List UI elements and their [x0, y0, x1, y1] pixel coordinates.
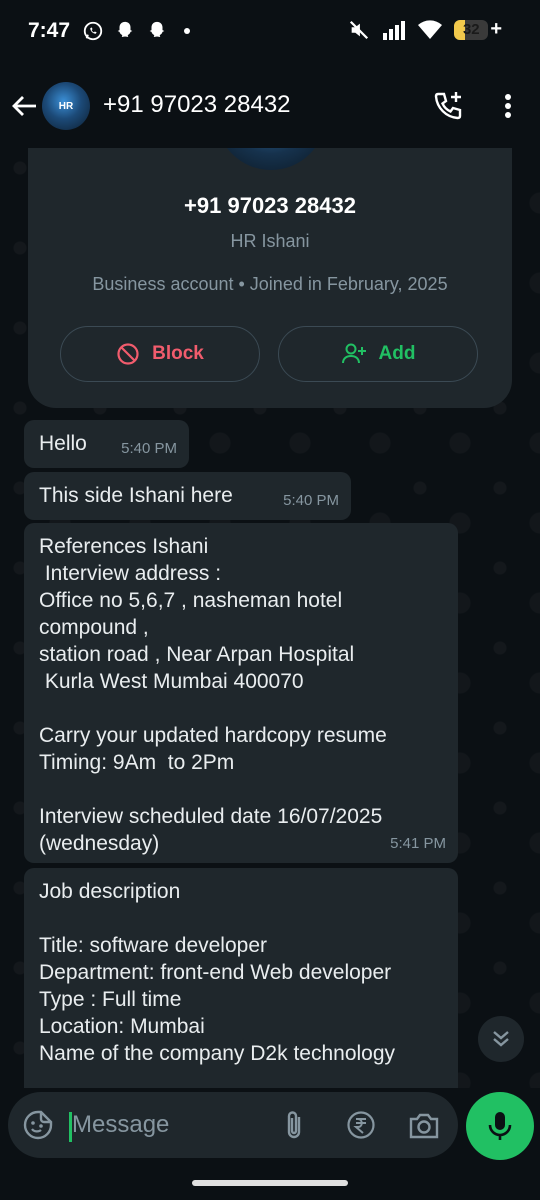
rupee-payment-icon[interactable]: [346, 1110, 376, 1140]
signal-icon: [383, 20, 406, 40]
add-call-icon[interactable]: [432, 90, 464, 122]
message-time: 5:41 PM: [390, 835, 446, 852]
voice-message-button[interactable]: [466, 1092, 534, 1160]
message-input[interactable]: [72, 1108, 272, 1142]
battery-charging-icon: 32: [454, 19, 489, 40]
scroll-to-bottom-button[interactable]: [478, 1016, 524, 1062]
add-contact-button[interactable]: Add: [278, 326, 478, 382]
whatsapp-icon: [83, 21, 103, 41]
message-time: 5:40 PM: [121, 440, 177, 457]
card-phone-number: +91 97023 28432: [184, 193, 356, 218]
chat-header: HR +91 97023 28432: [0, 62, 540, 148]
message-composer: [8, 1092, 458, 1158]
snapchat-icon: [117, 21, 133, 37]
message-text: Job description Title: software develope…: [39, 880, 396, 1065]
chat-area[interactable]: +91 97023 28432 HR Ishani Business accou…: [0, 148, 540, 1088]
home-indicator[interactable]: [192, 1180, 348, 1186]
contact-name[interactable]: +91 97023 28432: [103, 91, 291, 119]
attach-icon[interactable]: [280, 1109, 308, 1141]
message-bubble[interactable]: Job description Title: software develope…: [24, 868, 458, 1088]
status-bar: 7:47 32 +: [0, 0, 540, 62]
profile-picture[interactable]: [216, 148, 326, 170]
charging-plus-icon: +: [490, 18, 502, 40]
notification-dot-icon: [184, 28, 191, 34]
back-arrow-icon[interactable]: [10, 92, 38, 120]
message-bubble[interactable]: Hello 5:40 PM: [24, 420, 189, 468]
add-person-icon: [341, 343, 366, 364]
avatar[interactable]: HR: [42, 82, 90, 130]
block-button[interactable]: Block: [60, 326, 260, 382]
snapchat-icon: [149, 21, 165, 37]
status-notification-icons: [82, 20, 191, 42]
camera-icon[interactable]: [408, 1110, 440, 1140]
more-options-icon[interactable]: [496, 92, 520, 120]
message-text: References Ishani Interview address : Of…: [39, 535, 387, 855]
add-label: Add: [378, 343, 416, 364]
battery-level: 32: [462, 20, 480, 38]
mute-icon: [350, 20, 369, 39]
card-contact-name: HR Ishani: [230, 231, 310, 251]
block-label: Block: [152, 343, 204, 364]
avatar-text: HR: [58, 100, 74, 112]
contact-info-card: +91 97023 28432 HR Ishani Business accou…: [28, 148, 512, 408]
message-bubble[interactable]: This side Ishani here 5:40 PM: [24, 472, 351, 520]
microphone-icon: [488, 1112, 512, 1140]
block-icon: [117, 343, 139, 365]
wifi-icon: [418, 19, 443, 39]
card-account-info: Business account • Joined in February, 2…: [92, 274, 448, 294]
sticker-icon[interactable]: [22, 1109, 54, 1141]
status-system-icons: 32 +: [348, 18, 502, 41]
double-chevron-down-icon: [493, 1031, 509, 1047]
message-time: 5:40 PM: [283, 492, 339, 509]
message-bubble[interactable]: References Ishani Interview address : Of…: [24, 523, 458, 863]
status-time: 7:47: [28, 19, 71, 42]
